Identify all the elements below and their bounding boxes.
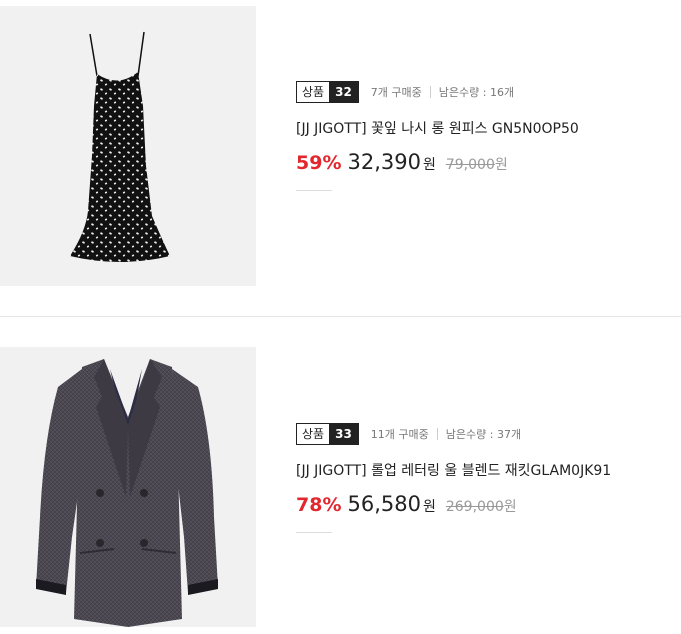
product-meta: 상품 32 7개 구매중 남은수량 : 16개 — [296, 80, 676, 104]
product-meta: 상품 33 11개 구매중 남은수량 : 37개 — [296, 422, 676, 446]
discount-rate: 78% — [296, 494, 342, 516]
remaining-stock: 남은수량 : 37개 — [445, 428, 522, 441]
product-image-dress[interactable] — [0, 6, 256, 286]
info-divider — [296, 532, 332, 533]
badge-number: 33 — [329, 424, 358, 444]
product-badge: 상품 32 — [296, 81, 359, 103]
product-card[interactable]: 상품 33 11개 구매중 남은수량 : 37개 [JJ JIGOTT] 롤업 … — [0, 317, 681, 634]
product-card[interactable]: 상품 32 7개 구매중 남은수량 : 16개 [JJ JIGOTT] 꽃잎 나… — [0, 0, 681, 316]
info-divider — [296, 190, 332, 191]
badge-label: 상품 — [297, 424, 330, 444]
discount-rate: 59% — [296, 152, 342, 174]
original-price: 79,000 — [445, 157, 495, 173]
sale-price: 32,390 — [347, 150, 421, 174]
original-currency-label: 원 — [503, 499, 517, 515]
original-currency-label: 원 — [494, 157, 508, 173]
product-title[interactable]: [JJ JIGOTT] 롤업 레터링 울 블렌드 재킷GLAM0JK91 — [296, 460, 676, 480]
sale-price: 56,580 — [347, 492, 421, 516]
badge-label: 상품 — [297, 82, 330, 102]
buying-count: 11개 구매중 — [370, 428, 429, 441]
currency-label: 원 — [422, 499, 436, 515]
price-row: 78% 56,580 원 269,000 원 — [296, 492, 676, 516]
original-price: 269,000 — [445, 499, 504, 515]
product-info: 상품 33 11개 구매중 남은수량 : 37개 [JJ JIGOTT] 롤업 … — [296, 422, 676, 533]
product-image-jacket[interactable] — [0, 347, 256, 627]
jacket-image — [36, 359, 218, 627]
product-badge: 상품 33 — [296, 423, 359, 445]
product-title[interactable]: [JJ JIGOTT] 꽃잎 나시 롱 원피스 GN5N0OP50 — [296, 118, 676, 138]
product-info: 상품 32 7개 구매중 남은수량 : 16개 [JJ JIGOTT] 꽃잎 나… — [296, 80, 676, 191]
buying-count: 7개 구매중 — [370, 86, 422, 99]
remaining-stock: 남은수량 : 16개 — [438, 86, 515, 99]
price-row: 59% 32,390 원 79,000 원 — [296, 150, 676, 174]
dress-image — [70, 31, 170, 262]
meta-separator — [429, 86, 431, 98]
currency-label: 원 — [422, 157, 436, 173]
meta-separator — [436, 428, 438, 440]
badge-number: 32 — [329, 82, 358, 102]
